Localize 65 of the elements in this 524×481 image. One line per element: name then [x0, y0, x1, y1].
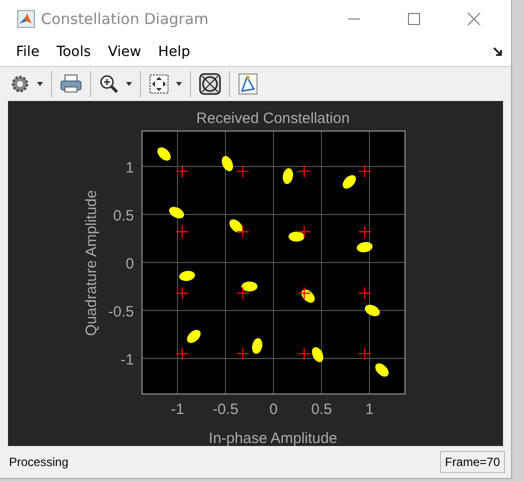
- caret-icon[interactable]: [176, 82, 182, 86]
- y-axis-label: Quadrature Amplitude: [83, 190, 100, 336]
- reference-marker: [358, 347, 372, 360]
- data-cluster: [157, 147, 171, 161]
- data-cluster: [342, 175, 356, 189]
- reference-marker: [358, 164, 372, 178]
- reference-marker: [358, 286, 372, 300]
- status-message: Processing: [9, 455, 68, 469]
- data-cluster: [288, 232, 305, 242]
- reference-marker: [298, 225, 311, 238]
- data-cluster: [229, 219, 243, 233]
- reference-marker: [176, 225, 189, 238]
- tick-label: 0: [269, 401, 278, 418]
- menu-item[interactable]: Tools: [56, 44, 91, 60]
- chart-title: Received Constellation: [196, 110, 350, 127]
- reference-marker: [236, 164, 250, 178]
- data-cluster: [282, 168, 293, 184]
- data-cluster: [312, 347, 324, 362]
- app-logo-icon: [17, 10, 35, 28]
- tick-label: -0.5: [108, 304, 134, 320]
- data-cluster: [222, 156, 234, 172]
- printer-icon[interactable]: [60, 74, 82, 94]
- caret-icon[interactable]: [126, 82, 132, 86]
- maximize-icon[interactable]: [407, 12, 421, 26]
- data-cluster: [364, 304, 380, 316]
- menu-item[interactable]: File: [16, 44, 40, 60]
- settings-icon[interactable]: [10, 74, 30, 94]
- menu-item[interactable]: View: [108, 44, 142, 60]
- zoom-in-icon[interactable]: [99, 74, 119, 94]
- tick-label: 0.5: [311, 401, 332, 418]
- tick-label: -1: [120, 351, 134, 368]
- constellation-icon[interactable]: [199, 73, 221, 95]
- data-cluster: [179, 270, 196, 282]
- data-cluster: [242, 282, 258, 292]
- caret-icon[interactable]: [37, 82, 43, 86]
- tick-label: 1: [365, 401, 374, 418]
- window-title: Constellation Diagram: [41, 10, 209, 28]
- data-cluster: [301, 289, 315, 303]
- reference-marker: [298, 286, 311, 300]
- dock-arrow-icon[interactable]: [493, 47, 503, 57]
- tick-label: -1: [170, 401, 184, 418]
- data-cluster: [169, 206, 184, 218]
- reference-marker: [358, 225, 372, 238]
- reference-marker: [236, 347, 250, 360]
- reference-marker: [298, 164, 311, 178]
- fit-to-view-icon[interactable]: [149, 74, 169, 94]
- reference-marker: [176, 347, 189, 360]
- data-cluster: [187, 330, 201, 343]
- close-icon[interactable]: [467, 12, 481, 26]
- tick-label: 0.5: [113, 208, 134, 224]
- reference-marker: [298, 347, 311, 360]
- reference-marker: [176, 164, 189, 178]
- reference-marker: [236, 225, 250, 238]
- tick-label: 0: [126, 256, 134, 272]
- plot-edit-icon[interactable]: [238, 73, 258, 95]
- reference-marker: [236, 286, 250, 300]
- reference-marker: [176, 286, 189, 300]
- data-cluster: [356, 242, 373, 252]
- tick-label: 1: [126, 160, 134, 177]
- menu-item[interactable]: Help: [158, 44, 190, 60]
- x-axis-label: In-phase Amplitude: [208, 430, 338, 446]
- frame-counter: Frame=70: [440, 451, 505, 473]
- data-cluster: [375, 363, 389, 377]
- data-cluster: [252, 338, 262, 354]
- tick-label: -0.5: [212, 401, 238, 418]
